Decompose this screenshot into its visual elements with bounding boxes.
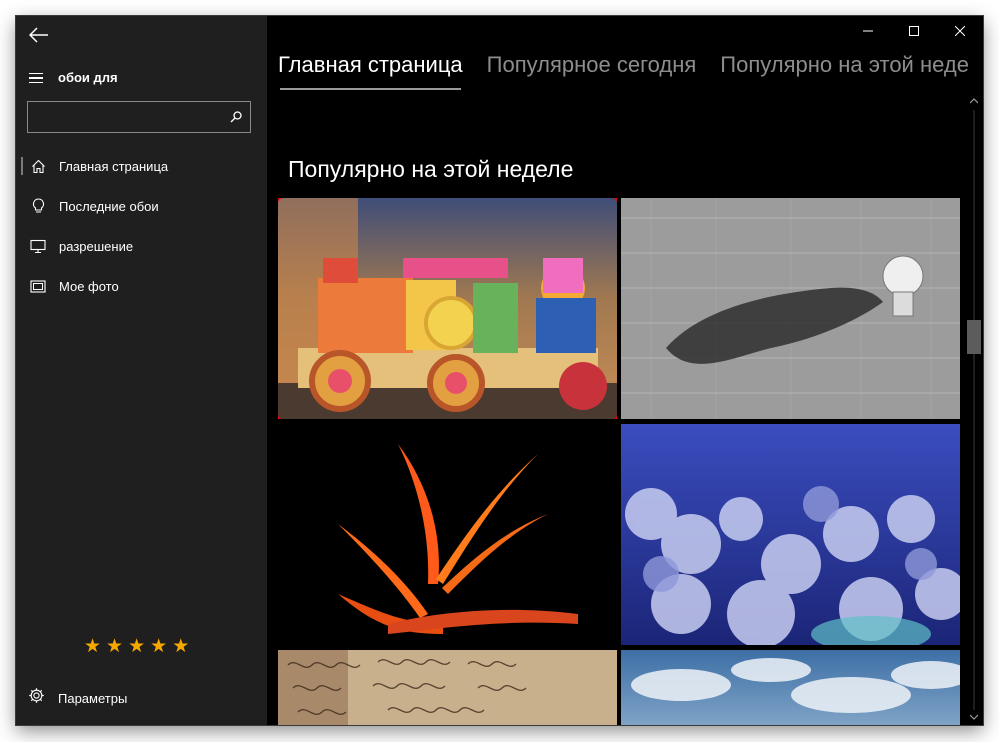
tab-popular-today[interactable]: Популярное сегодня	[487, 50, 697, 90]
gear-icon	[28, 687, 45, 709]
rating-stars[interactable]: ★ ★ ★ ★ ★	[84, 635, 189, 657]
scroll-down-icon[interactable]	[969, 712, 979, 722]
maximize-button[interactable]	[891, 16, 937, 48]
sidebar-item-home[interactable]: Главная страница	[16, 146, 267, 186]
sidebar-nav: Главная страница Последние обои разрешен…	[16, 146, 267, 306]
app-title: обои для	[58, 70, 118, 85]
tab-popular-week[interactable]: Популярно на этой неде	[720, 50, 969, 90]
star-icon[interactable]: ★	[128, 635, 145, 657]
scrollbar[interactable]	[965, 96, 983, 725]
sidebar-item-recent[interactable]: Последние обои	[16, 186, 267, 226]
scroll-track[interactable]	[973, 110, 975, 710]
app-window: обои для Главная страница Последние обои	[16, 16, 983, 725]
sidebar-item-label: Последние обои	[59, 198, 159, 214]
maximize-icon	[909, 23, 919, 41]
star-icon[interactable]: ★	[172, 635, 189, 657]
scroll-thumb[interactable]	[967, 320, 981, 354]
sidebar-item-label: Мое фото	[59, 278, 119, 294]
back-arrow-icon	[28, 26, 49, 48]
sidebar-item-label: Главная страница	[59, 158, 169, 174]
search-icon[interactable]	[228, 109, 244, 125]
wallpaper-lightbulb-shadow[interactable]	[621, 198, 960, 419]
wallpaper-coral-reef[interactable]	[621, 424, 960, 645]
sidebar: обои для Главная страница Последние обои	[16, 16, 267, 725]
menu-icon[interactable]	[29, 69, 47, 87]
wallpaper-grid	[278, 198, 960, 725]
settings-label: Параметры	[58, 690, 128, 706]
settings-button[interactable]: Параметры	[16, 678, 267, 718]
scroll-up-icon[interactable]	[969, 96, 979, 106]
home-icon	[30, 158, 46, 174]
star-icon[interactable]: ★	[150, 635, 167, 657]
star-icon[interactable]: ★	[106, 635, 123, 657]
tab-bar: Главная страница Популярное сегодня Попу…	[278, 50, 969, 90]
search-box[interactable]	[27, 101, 251, 133]
wallpaper-toy-train[interactable]	[278, 198, 617, 419]
wallpaper-handwritten-letter[interactable]	[278, 650, 617, 725]
wallpaper-cloudy-sky[interactable]	[621, 650, 960, 725]
sidebar-item-my-photo[interactable]: Мое фото	[16, 266, 267, 306]
sidebar-item-resolution[interactable]: разрешение	[16, 226, 267, 266]
back-button[interactable]	[24, 24, 54, 50]
close-button[interactable]	[937, 16, 983, 48]
sidebar-item-label: разрешение	[59, 238, 134, 254]
photo-icon	[30, 278, 46, 294]
close-icon	[954, 23, 966, 41]
tab-home[interactable]: Главная страница	[278, 50, 463, 90]
monitor-icon	[30, 238, 46, 254]
section-title: Популярно на этой неделе	[288, 156, 574, 182]
minimize-icon	[863, 23, 873, 41]
lightbulb-icon	[30, 198, 46, 214]
minimize-button[interactable]	[845, 16, 891, 48]
search-input[interactable]	[28, 102, 224, 132]
wallpaper-bird-of-paradise[interactable]	[278, 424, 617, 645]
window-controls	[845, 16, 983, 48]
star-icon[interactable]: ★	[84, 635, 101, 657]
